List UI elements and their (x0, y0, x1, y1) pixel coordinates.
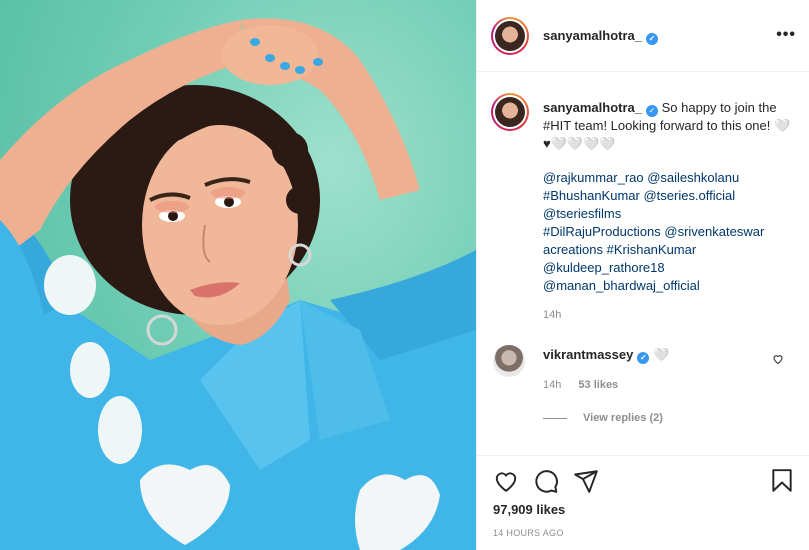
comment-meta: 14h 53 likes (543, 379, 618, 391)
caption-time[interactable]: 14h (543, 309, 561, 321)
comment: vikrantmassey ✓ 🤍 (543, 347, 669, 364)
commenter-username[interactable]: vikrantmassey (543, 347, 633, 362)
post-side-panel: sanyamalhotra_ ✓ ••• sanyamalhotra_ ✓ So h… (476, 0, 809, 550)
author-username[interactable]: sanyamalhotra_ ✓ (543, 28, 658, 45)
caption-tags: @rajkummar_rao @saileshkolanu #BhushanKu… (543, 169, 793, 295)
verified-badge-icon: ✓ (637, 352, 650, 364)
instagram-post: sanyamalhotra_ ✓ ••• sanyamalhotra_ ✓ So h… (0, 0, 809, 550)
post-timestamp[interactable]: 14 HOURS AGO (493, 528, 564, 538)
post-photo-illustration (0, 18, 476, 550)
caption-tag-line[interactable]: @kuldeep_rathore18 (543, 259, 793, 277)
caption-tag-line[interactable]: #DilRajuProductions @srivenkateswar (543, 223, 793, 241)
verified-badge-icon: ✓ (646, 33, 658, 45)
caption-username[interactable]: sanyamalhotra_ (543, 100, 642, 115)
author-avatar[interactable] (491, 17, 529, 55)
comment-likes[interactable]: 53 likes (578, 379, 618, 391)
caption: sanyamalhotra_ ✓ So happy to join the #HI… (543, 99, 793, 153)
comment-time[interactable]: 14h (543, 379, 561, 391)
verified-badge-icon: ✓ (646, 105, 658, 117)
replies-divider (543, 417, 567, 419)
caption-tag-line[interactable]: @tseriesfilms (543, 205, 793, 223)
bookmark-icon[interactable] (769, 468, 795, 494)
caption-tag-line[interactable]: acreations #KrishanKumar (543, 241, 793, 259)
caption-tag-line[interactable]: @rajkummar_rao @saileshkolanu (543, 169, 793, 187)
comment-icon[interactable] (533, 468, 559, 494)
post-header: sanyamalhotra_ ✓ ••• (477, 0, 809, 72)
comments-section[interactable]: sanyamalhotra_ ✓ So happy to join the #HI… (477, 73, 809, 453)
likes-count[interactable]: 97,909 likes (493, 502, 565, 517)
view-replies-label[interactable]: View replies (2) (583, 412, 663, 424)
comment-text: 🤍 (652, 347, 670, 362)
author-avatar-image (495, 21, 525, 51)
heart-small-icon[interactable] (772, 353, 784, 365)
caption-author-avatar[interactable] (491, 93, 529, 131)
caption-tag-line[interactable]: #BhushanKumar @tseries.official (543, 187, 793, 205)
heart-icon[interactable] (493, 468, 519, 494)
caption-tag-line[interactable]: @manan_bhardwaj_official (543, 277, 793, 295)
more-options-icon[interactable]: ••• (776, 26, 796, 44)
post-actions: 97,909 likes 14 HOURS AGO (477, 455, 809, 550)
post-photo[interactable] (0, 0, 476, 550)
commenter-avatar[interactable] (493, 345, 525, 377)
author-username-text[interactable]: sanyamalhotra_ (543, 28, 642, 43)
view-replies-button[interactable]: View replies (2) (543, 412, 663, 424)
share-icon[interactable] (573, 468, 599, 494)
caption-author-avatar-image (495, 97, 525, 127)
